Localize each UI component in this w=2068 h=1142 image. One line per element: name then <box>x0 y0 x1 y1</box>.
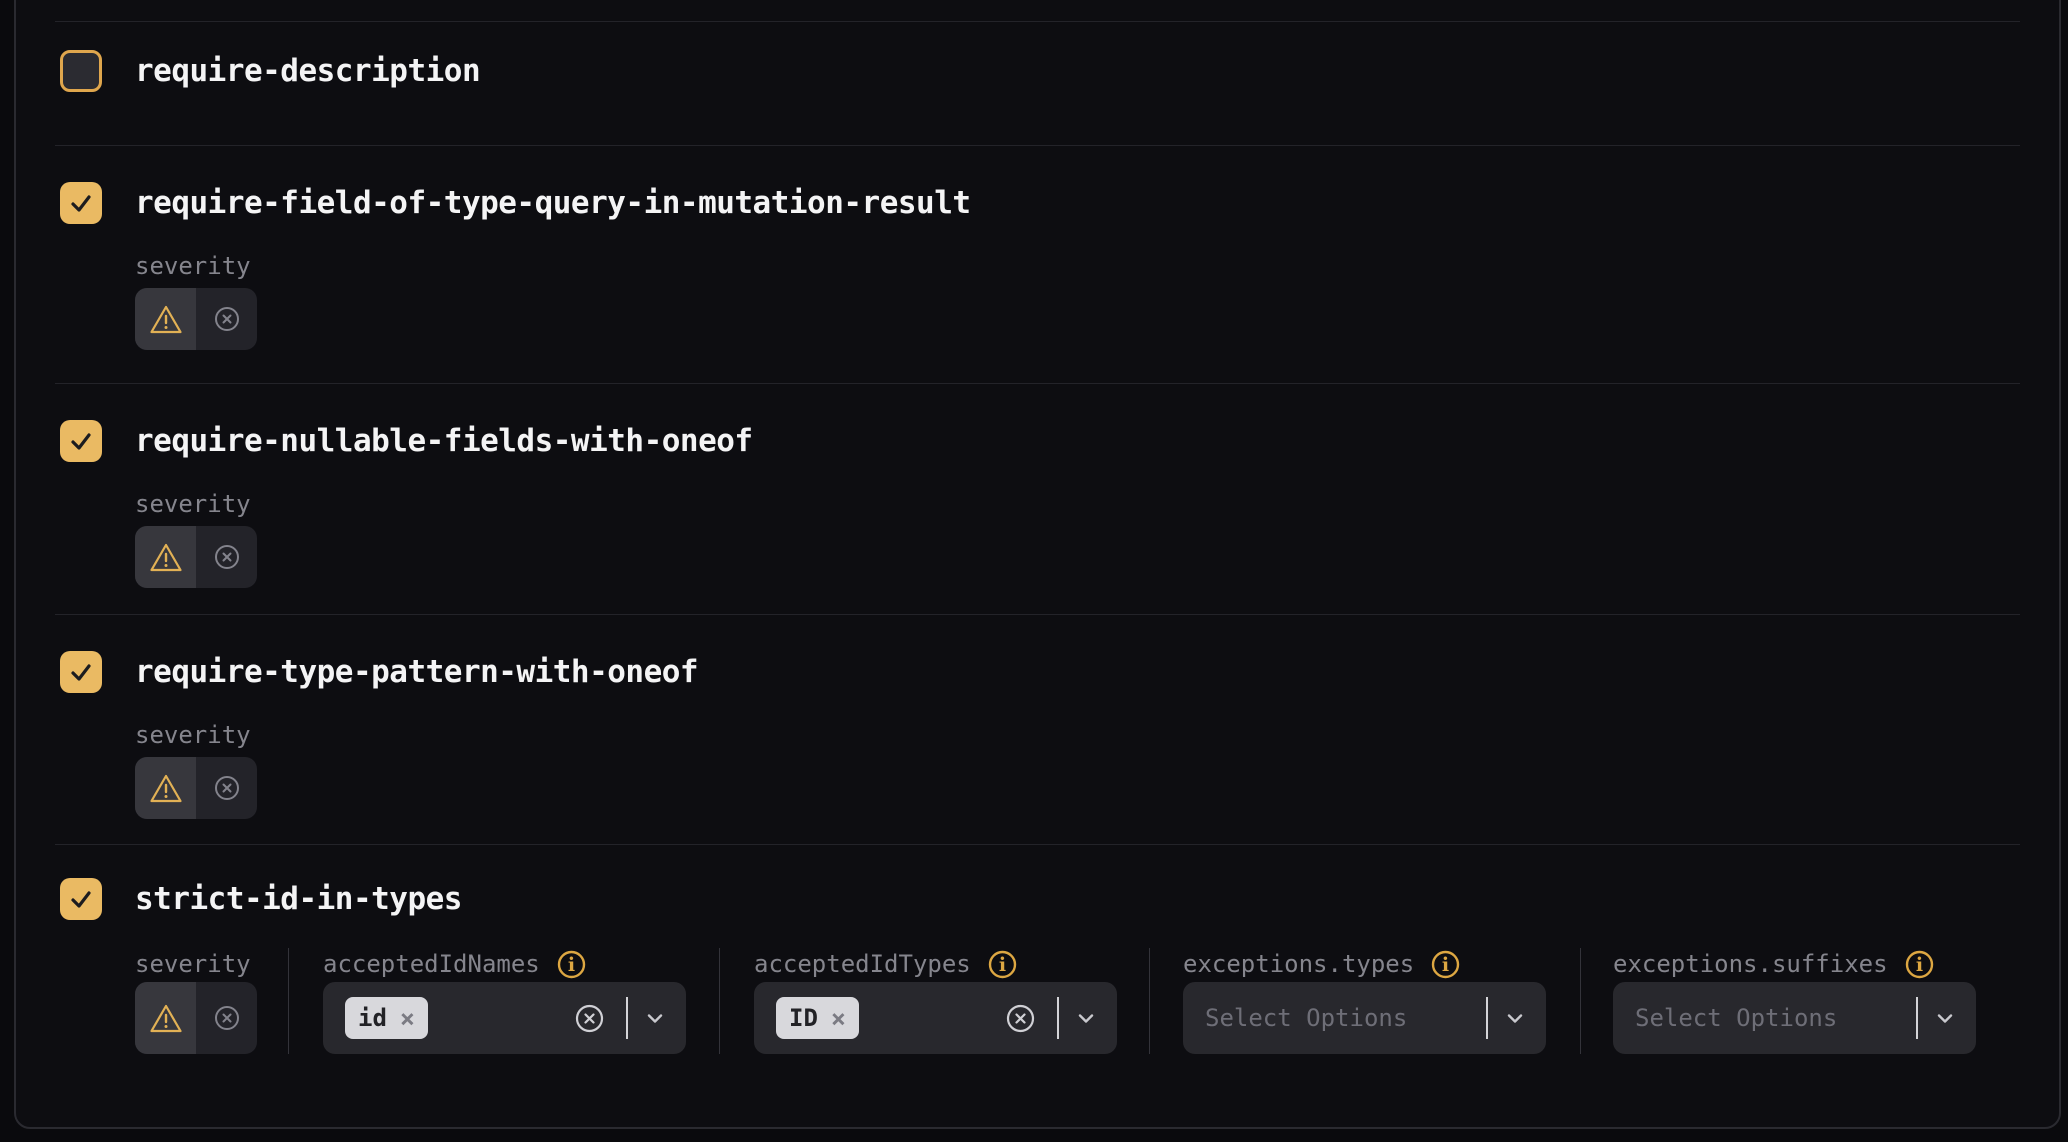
severity-off-button[interactable] <box>196 757 257 819</box>
rule-title: require-nullable-fields-with-oneof <box>135 423 753 459</box>
multiselect-acceptedIdTypes[interactable]: ID × <box>754 982 1117 1054</box>
chevron-down-icon[interactable] <box>1073 1005 1099 1031</box>
rule-header: require-field-of-type-query-in-mutation-… <box>55 182 2020 224</box>
chevron-down-icon[interactable] <box>1932 1005 1958 1031</box>
clear-icon[interactable] <box>573 1002 606 1035</box>
checkmark-icon <box>68 886 94 912</box>
checkmark-icon <box>68 190 94 216</box>
tag-label: id <box>358 1004 387 1032</box>
circle-x-icon <box>211 541 243 573</box>
select-placeholder: Select Options <box>1205 1004 1407 1032</box>
chevron-down-icon[interactable] <box>642 1005 668 1031</box>
severity-label: severity <box>135 719 2020 751</box>
severity-warn-button[interactable] <box>135 982 196 1054</box>
select-exceptions-types[interactable]: Select Options <box>1183 982 1546 1054</box>
rule-header: require-nullable-fields-with-oneof <box>55 420 2020 462</box>
rule-row-require-nullable-fields-with-oneof: require-nullable-fields-with-oneof sever… <box>55 383 2020 614</box>
warning-icon <box>149 1003 183 1034</box>
info-icon[interactable]: i <box>1430 949 1461 980</box>
rule-config: severity <box>135 948 2020 1054</box>
severity-off-button[interactable] <box>196 526 257 588</box>
field-exceptions-types: exceptions.types i Select Options <box>1150 948 1581 1054</box>
rule-config: severity <box>135 250 2020 350</box>
checkmark-icon <box>68 428 94 454</box>
circle-x-icon <box>211 1002 243 1034</box>
rule-config: severity <box>135 488 2020 588</box>
chevron-down-icon[interactable] <box>1502 1005 1528 1031</box>
info-icon[interactable]: i <box>1904 949 1935 980</box>
field-label-text: exceptions.suffixes <box>1613 950 1888 978</box>
separator <box>1057 997 1059 1039</box>
select-exceptions-suffixes[interactable]: Select Options <box>1613 982 1976 1054</box>
rule-row-require-description: require-description <box>55 21 2020 145</box>
separator <box>1916 997 1918 1039</box>
rule-checkbox[interactable] <box>60 651 102 693</box>
severity-warn-button[interactable] <box>135 288 196 350</box>
field-exceptions-suffixes: exceptions.suffixes i Select Options <box>1581 948 2020 1054</box>
rule-header: require-type-pattern-with-oneof <box>55 651 2020 693</box>
severity-label: severity <box>135 250 2020 282</box>
tag-ID: ID × <box>776 997 859 1039</box>
severity-off-button[interactable] <box>196 982 257 1054</box>
rule-checkbox[interactable] <box>60 182 102 224</box>
svg-text:i: i <box>1915 954 1922 976</box>
warning-icon <box>149 542 183 573</box>
separator <box>626 997 628 1039</box>
field-label: acceptedIdTypes i <box>754 948 1149 980</box>
field-label: acceptedIdNames i <box>323 948 719 980</box>
info-icon[interactable]: i <box>987 949 1018 980</box>
select-placeholder: Select Options <box>1635 1004 1837 1032</box>
severity-label: severity <box>135 488 2020 520</box>
severity-toggle <box>135 982 257 1054</box>
info-icon[interactable]: i <box>556 949 587 980</box>
separator <box>1486 997 1488 1039</box>
warning-icon <box>149 304 183 335</box>
tag-label: ID <box>789 1004 818 1032</box>
field-acceptedIdNames: acceptedIdNames i id × <box>289 948 720 1054</box>
severity-toggle <box>135 526 257 588</box>
circle-x-icon <box>211 772 243 804</box>
field-acceptedIdTypes: acceptedIdTypes i ID × <box>720 948 1150 1054</box>
svg-text:i: i <box>999 954 1006 976</box>
clear-icon[interactable] <box>1004 1002 1037 1035</box>
field-label-text: acceptedIdNames <box>323 950 540 978</box>
severity-label: severity <box>135 948 288 980</box>
rule-header: strict-id-in-types <box>55 878 2020 920</box>
rule-row-require-type-pattern-with-oneof: require-type-pattern-with-oneof severity <box>55 614 2020 844</box>
tag-id: id × <box>345 997 428 1039</box>
warning-icon <box>149 773 183 804</box>
rule-title: strict-id-in-types <box>135 881 462 917</box>
rule-row-require-field-of-type-query-in-mutation-result: require-field-of-type-query-in-mutation-… <box>55 145 2020 383</box>
field-severity: severity <box>135 948 289 1054</box>
field-label: exceptions.suffixes i <box>1613 948 2020 980</box>
field-label: exceptions.types i <box>1183 948 1580 980</box>
rule-checkbox[interactable] <box>60 878 102 920</box>
lint-rules-card: require-description require-field-of-typ… <box>14 0 2061 1129</box>
checkmark-icon <box>68 659 94 685</box>
multiselect-acceptedIdNames[interactable]: id × <box>323 982 686 1054</box>
circle-x-icon <box>211 303 243 335</box>
svg-text:i: i <box>1442 954 1449 976</box>
severity-warn-button[interactable] <box>135 757 196 819</box>
rule-title: require-type-pattern-with-oneof <box>135 654 698 690</box>
rule-config: severity <box>135 719 2020 819</box>
rule-checkbox[interactable] <box>60 50 102 92</box>
severity-toggle <box>135 757 257 819</box>
svg-text:i: i <box>568 954 575 976</box>
severity-warn-button[interactable] <box>135 526 196 588</box>
tag-remove-icon[interactable]: × <box>831 1006 846 1031</box>
rule-title: require-description <box>135 53 480 89</box>
rule-checkbox[interactable] <box>60 420 102 462</box>
field-label-text: exceptions.types <box>1183 950 1414 978</box>
severity-off-button[interactable] <box>196 288 257 350</box>
severity-toggle <box>135 288 257 350</box>
rule-title: require-field-of-type-query-in-mutation-… <box>135 185 971 221</box>
field-label-text: acceptedIdTypes <box>754 950 971 978</box>
tag-remove-icon[interactable]: × <box>400 1006 415 1031</box>
rule-row-strict-id-in-types: strict-id-in-types severity <box>55 844 2020 1127</box>
rule-header: require-description <box>55 50 2020 92</box>
